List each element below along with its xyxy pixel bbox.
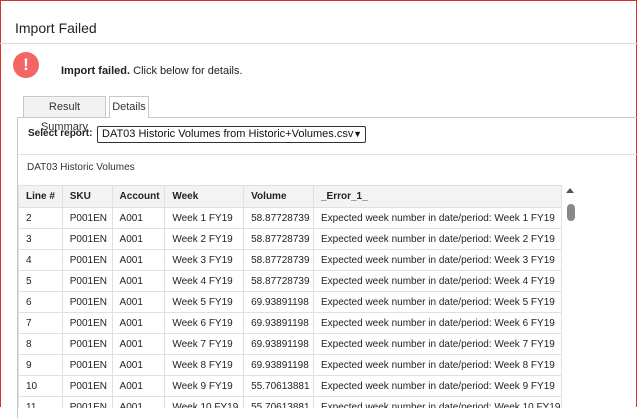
cell-line: 4 (18, 249, 63, 271)
cell-week: Week 7 FY19 (164, 333, 245, 355)
cell-line: 8 (18, 333, 63, 355)
cell-volume: 69.93891198 (243, 333, 314, 355)
report-name: DAT03 Historic Volumes (27, 162, 135, 173)
cell-sku: P001EN (61, 396, 113, 408)
cell-account: A001 (111, 249, 166, 271)
table-row[interactable]: 9 P001EN A001 Week 8 FY19 69.93891198 Expecte… (18, 354, 562, 376)
column-header-line[interactable]: Line # (18, 185, 63, 208)
cell-account: A001 (111, 354, 166, 376)
cell-error: Expected week number in date/period: Wee… (312, 228, 562, 250)
table-row[interactable]: 7 P001EN A001 Week 6 FY19 69.93891198 Expecte… (18, 312, 562, 334)
cell-volume: 55.70613881 (243, 375, 314, 397)
cell-sku: P001EN (61, 249, 113, 271)
cell-error: Expected week number in date/period: Wee… (312, 375, 562, 397)
column-header-week[interactable]: Week (164, 185, 245, 208)
chevron-down-icon: ▼ (353, 129, 362, 139)
cell-account: A001 (111, 291, 166, 313)
table-header-row: Line # SKU Account Week Volume _Error_1_ (18, 185, 562, 208)
cell-volume: 69.93891198 (243, 291, 314, 313)
cell-volume: 55.70613881 (243, 396, 314, 408)
column-header-volume[interactable]: Volume (243, 185, 314, 208)
column-header-error[interactable]: _Error_1_ (312, 185, 562, 208)
report-select[interactable]: DAT03 Historic Volumes from Historic+Vol… (97, 126, 366, 143)
cell-week: Week 9 FY19 (164, 375, 245, 397)
cell-account: A001 (111, 228, 166, 250)
cell-error: Expected week number in date/period: Wee… (312, 312, 562, 334)
cell-sku: P001EN (61, 270, 113, 292)
cell-account: A001 (111, 396, 166, 408)
table-row[interactable]: 10 P001EN A001 Week 9 FY19 55.70613881 Expect… (18, 375, 562, 397)
tab-details[interactable]: Details (109, 96, 149, 118)
title-divider (0, 43, 637, 44)
scroll-up-arrow-icon[interactable] (566, 188, 574, 193)
cell-line: 5 (18, 270, 63, 292)
cell-volume: 58.87728739 (243, 249, 314, 271)
cell-error: Expected week number in date/period: Wee… (312, 291, 562, 313)
vertical-scrollbar[interactable] (562, 185, 579, 408)
results-table: Line # SKU Account Week Volume _Error_1_… (18, 185, 562, 408)
cell-sku: P001EN (61, 375, 113, 397)
cell-sku: P001EN (61, 333, 113, 355)
cell-week: Week 1 FY19 (164, 207, 245, 229)
cell-week: Week 5 FY19 (164, 291, 245, 313)
table-row[interactable]: 2 P001EN A001 Week 1 FY19 58.87728739 Expecte… (18, 207, 562, 229)
dialog-title: Import Failed (15, 20, 97, 36)
cell-week: Week 3 FY19 (164, 249, 245, 271)
table-row[interactable]: 4 P001EN A001 Week 3 FY19 58.87728739 Expecte… (18, 249, 562, 271)
cell-sku: P001EN (61, 312, 113, 334)
cell-error: Expected week number in date/period: Wee… (312, 249, 562, 271)
cell-error: Expected week number in date/period: Wee… (312, 270, 562, 292)
cell-line: 9 (18, 354, 63, 376)
results-grid: Line # SKU Account Week Volume _Error_1_… (18, 185, 562, 408)
cell-error: Expected week number in date/period: Wee… (312, 354, 562, 376)
table-row[interactable]: 11 P001EN A001 Week 10 FY19 55.70613881 Expec… (18, 396, 562, 408)
cell-week: Week 8 FY19 (164, 354, 245, 376)
cell-line: 2 (18, 207, 63, 229)
cell-volume: 69.93891198 (243, 354, 314, 376)
cell-week: Week 4 FY19 (164, 270, 245, 292)
cell-line: 3 (18, 228, 63, 250)
table-row[interactable]: 3 P001EN A001 Week 2 FY19 58.87728739 Expecte… (18, 228, 562, 250)
cell-line: 10 (18, 375, 63, 397)
status-message-text: Click below for details. (130, 65, 243, 77)
cell-account: A001 (111, 375, 166, 397)
table-row[interactable]: 5 P001EN A001 Week 4 FY19 58.87728739 Expecte… (18, 270, 562, 292)
cell-week: Week 6 FY19 (164, 312, 245, 334)
cell-error: Expected week number in date/period: Wee… (312, 207, 562, 229)
table-row[interactable]: 6 P001EN A001 Week 5 FY19 69.93891198 Expecte… (18, 291, 562, 313)
status-message: Import failed. Click below for details. (61, 65, 243, 77)
column-header-sku[interactable]: SKU (61, 185, 113, 208)
scroll-thumb[interactable] (567, 204, 575, 221)
cell-error: Expected week number in date/period: Wee… (312, 333, 562, 355)
status-message-bold: Import failed. (61, 65, 131, 77)
report-select-row: Select report: DAT03 Historic Volumes fr… (18, 118, 637, 155)
cell-account: A001 (111, 270, 166, 292)
tab-result-summary[interactable]: Result Summary (23, 96, 106, 133)
cell-sku: P001EN (61, 228, 113, 250)
exclamation-icon: ! (13, 52, 39, 78)
column-header-account[interactable]: Account (111, 185, 166, 208)
cell-account: A001 (111, 312, 166, 334)
report-select-value: DAT03 Historic Volumes from Historic+Vol… (102, 128, 354, 140)
cell-error: Expected week number in date/period: Wee… (312, 396, 562, 408)
cell-account: A001 (111, 207, 166, 229)
cell-account: A001 (111, 333, 166, 355)
cell-line: 11 (18, 396, 63, 408)
cell-sku: P001EN (61, 207, 113, 229)
cell-volume: 58.87728739 (243, 228, 314, 250)
cell-sku: P001EN (61, 291, 113, 313)
select-report-label: Select report: (28, 128, 93, 139)
cell-volume: 69.93891198 (243, 312, 314, 334)
table-row[interactable]: 8 P001EN A001 Week 7 FY19 69.93891198 Expecte… (18, 333, 562, 355)
cell-volume: 58.87728739 (243, 270, 314, 292)
cell-volume: 58.87728739 (243, 207, 314, 229)
table-body: 2 P001EN A001 Week 1 FY19 58.87728739 Expecte… (18, 207, 562, 408)
cell-sku: P001EN (61, 354, 113, 376)
cell-line: 6 (18, 291, 63, 313)
cell-week: Week 2 FY19 (164, 228, 245, 250)
cell-week: Week 10 FY19 (164, 396, 245, 408)
cell-line: 7 (18, 312, 63, 334)
